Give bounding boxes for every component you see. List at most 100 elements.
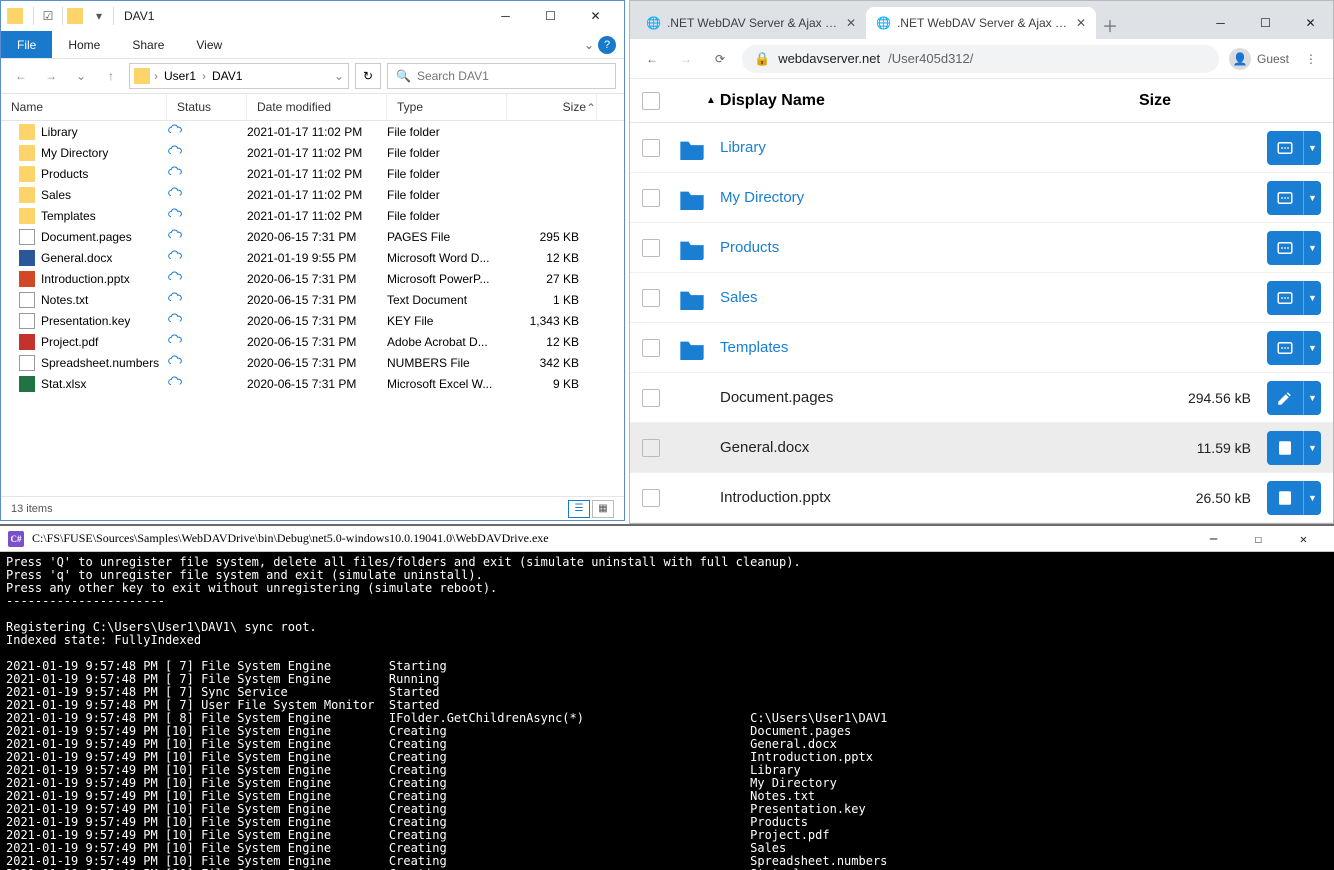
item-name[interactable]: Library — [720, 139, 766, 156]
close-tab-button[interactable]: ✕ — [846, 16, 856, 30]
terminal-titlebar[interactable]: C# C:\FS\FUSE\Sources\Samples\WebDAVDriv… — [0, 526, 1334, 552]
item-name[interactable]: Sales — [720, 289, 758, 306]
details-view-button[interactable]: ☰ — [568, 500, 590, 518]
table-row[interactable]: Project.pdf2020-06-15 7:31 PMAdobe Acrob… — [1, 331, 624, 352]
browser-tab[interactable]: 🌐.NET WebDAV Server & Ajax Libr✕ — [636, 7, 866, 39]
table-row[interactable]: Document.pages2020-06-15 7:31 PMPAGES Fi… — [1, 226, 624, 247]
table-row[interactable]: Notes.txt2020-06-15 7:31 PMText Document… — [1, 289, 624, 310]
item-name[interactable]: Document.pages — [720, 389, 833, 406]
tab-home[interactable]: Home — [52, 31, 116, 58]
search-box[interactable]: 🔍 — [387, 63, 616, 89]
table-row[interactable]: My Directory2021-01-17 11:02 PMFile fold… — [1, 142, 624, 163]
action-dropdown[interactable]: ▼ — [1303, 331, 1321, 365]
item-name[interactable]: Templates — [720, 339, 788, 356]
action-dropdown[interactable]: ▼ — [1303, 431, 1321, 465]
list-item[interactable]: General.docx11.59 kB▼ — [630, 423, 1333, 473]
action-button[interactable] — [1267, 431, 1303, 465]
qat-dropdown-icon[interactable]: ▾ — [89, 6, 109, 26]
tab-file[interactable]: File — [1, 31, 52, 58]
properties-icon[interactable]: ☑ — [38, 6, 58, 26]
item-name[interactable]: My Directory — [720, 189, 804, 206]
tab-share[interactable]: Share — [116, 31, 180, 58]
minimize-button[interactable]: ─ — [483, 2, 528, 30]
back-button[interactable]: ← — [9, 64, 33, 88]
size-header[interactable]: Size — [1139, 92, 1171, 110]
forward-button[interactable]: → — [39, 64, 63, 88]
address-bar[interactable]: › User1 › DAV1 ⌄ — [129, 63, 349, 89]
row-checkbox[interactable] — [642, 389, 660, 407]
tab-view[interactable]: View — [180, 31, 238, 58]
action-dropdown[interactable]: ▼ — [1303, 231, 1321, 265]
reload-button[interactable]: ⟳ — [708, 47, 732, 71]
action-dropdown[interactable]: ▼ — [1303, 481, 1321, 515]
row-checkbox[interactable] — [642, 239, 660, 257]
table-row[interactable]: General.docx2021-01-19 9:55 PMMicrosoft … — [1, 247, 624, 268]
col-size[interactable]: Size — [507, 94, 597, 120]
new-tab-button[interactable]: ＋ — [1096, 11, 1124, 39]
table-row[interactable]: Products2021-01-17 11:02 PMFile folder — [1, 163, 624, 184]
breadcrumb-item[interactable]: User1 — [162, 69, 198, 83]
profile-button[interactable]: 👤 Guest — [1229, 48, 1289, 70]
row-checkbox[interactable] — [642, 489, 660, 507]
table-row[interactable]: Introduction.pptx2020-06-15 7:31 PMMicro… — [1, 268, 624, 289]
webpage[interactable]: ▲ Display Name Size Library▼My Directory… — [630, 79, 1333, 523]
col-name[interactable]: Name — [1, 94, 167, 120]
row-checkbox[interactable] — [642, 189, 660, 207]
list-item[interactable]: Products ▼ — [630, 223, 1333, 273]
action-dropdown[interactable]: ▼ — [1303, 281, 1321, 315]
action-button[interactable] — [1267, 381, 1303, 415]
col-type[interactable]: Type — [387, 94, 507, 120]
item-name[interactable]: Introduction.pptx — [720, 489, 831, 506]
list-item[interactable]: Library ▼ — [630, 123, 1333, 173]
action-dropdown[interactable]: ▼ — [1303, 131, 1321, 165]
file-list[interactable]: Library2021-01-17 11:02 PMFile folderMy … — [1, 121, 624, 496]
back-button[interactable]: ← — [640, 47, 664, 71]
row-checkbox[interactable] — [642, 139, 660, 157]
terminal-output[interactable]: Press 'Q' to unregister file system, del… — [0, 552, 1334, 870]
search-input[interactable] — [417, 69, 607, 83]
table-row[interactable]: Presentation.key2020-06-15 7:31 PMKEY Fi… — [1, 310, 624, 331]
list-item[interactable]: Sales ▼ — [630, 273, 1333, 323]
browser-tab[interactable]: 🌐.NET WebDAV Server & Ajax Libr✕ — [866, 7, 1096, 39]
table-row[interactable]: Stat.xlsx2020-06-15 7:31 PMMicrosoft Exc… — [1, 373, 624, 394]
close-button[interactable]: ✕ — [1288, 7, 1333, 39]
action-button[interactable] — [1267, 181, 1303, 215]
up-button[interactable]: ↑ — [99, 64, 123, 88]
close-button[interactable]: ✕ — [573, 2, 618, 30]
menu-button[interactable]: ⋮ — [1299, 47, 1323, 71]
action-button[interactable] — [1267, 131, 1303, 165]
list-item[interactable]: Document.pages294.56 kB▼ — [630, 373, 1333, 423]
row-checkbox[interactable] — [642, 289, 660, 307]
action-button[interactable] — [1267, 481, 1303, 515]
close-button[interactable]: ✕ — [1281, 527, 1326, 551]
recent-locations-icon[interactable]: ⌄ — [69, 64, 93, 88]
row-checkbox[interactable] — [642, 339, 660, 357]
action-button[interactable] — [1267, 281, 1303, 315]
list-item[interactable]: Templates ▼ — [630, 323, 1333, 373]
select-all-checkbox[interactable] — [642, 92, 660, 110]
chevron-down-icon[interactable]: ⌄ — [334, 69, 344, 83]
help-button[interactable]: ? — [598, 36, 616, 54]
row-checkbox[interactable] — [642, 439, 660, 457]
forward-button[interactable]: → — [674, 47, 698, 71]
ribbon-expand-icon[interactable]: ⌄ — [584, 38, 594, 52]
table-row[interactable]: Sales2021-01-17 11:02 PMFile folder — [1, 184, 624, 205]
table-row[interactable]: Spreadsheet.numbers2020-06-15 7:31 PMNUM… — [1, 352, 624, 373]
minimize-button[interactable]: ─ — [1191, 527, 1236, 551]
item-name[interactable]: Products — [720, 239, 779, 256]
col-status[interactable]: Status — [167, 94, 247, 120]
explorer-titlebar[interactable]: ☑ ▾ DAV1 ─ ☐ ✕ — [1, 1, 624, 31]
list-item[interactable]: Introduction.pptx26.50 kB▼ — [630, 473, 1333, 523]
maximize-button[interactable]: ☐ — [1243, 7, 1288, 39]
icons-view-button[interactable]: ▦ — [592, 500, 614, 518]
maximize-button[interactable]: ☐ — [528, 2, 573, 30]
omnibox[interactable]: 🔒 webdavserver.net/User405d312/ — [742, 45, 1219, 73]
refresh-button[interactable]: ↻ — [355, 63, 381, 89]
action-button[interactable] — [1267, 231, 1303, 265]
action-button[interactable] — [1267, 331, 1303, 365]
close-tab-button[interactable]: ✕ — [1076, 16, 1086, 30]
table-row[interactable]: Library2021-01-17 11:02 PMFile folder — [1, 121, 624, 142]
minimize-button[interactable]: ─ — [1198, 7, 1243, 39]
table-row[interactable]: Templates2021-01-17 11:02 PMFile folder — [1, 205, 624, 226]
item-name[interactable]: General.docx — [720, 439, 809, 456]
